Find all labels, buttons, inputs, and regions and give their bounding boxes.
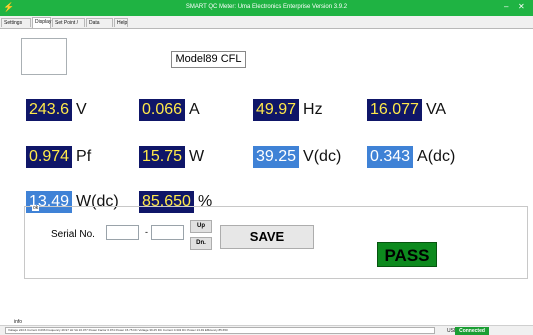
tab-settings[interactable]: Settings — [1, 18, 31, 27]
power-reading: 15.75 W — [139, 146, 204, 168]
reading-value: 16.077 — [367, 99, 422, 121]
reading-unit: A(dc) — [417, 148, 456, 165]
tab-help[interactable]: Help — [114, 18, 128, 27]
model-label: Model89 CFL — [171, 51, 246, 68]
ok-panel-label: ok — [32, 205, 40, 211]
reading-value: 243.6 — [26, 99, 73, 121]
reading-value: 39.25 — [253, 146, 300, 168]
reading-unit: VA — [425, 101, 447, 118]
result-status-badge: PASS — [377, 242, 437, 267]
tab-data-logger[interactable]: Data Logger — [86, 18, 113, 35]
power-factor-reading: 0.974 Pf — [26, 146, 91, 168]
va-reading: 16.077 VA — [367, 99, 446, 121]
reading-value: 49.97 — [253, 99, 300, 121]
current-reading: 0.066 A — [139, 99, 200, 121]
serial-separator: - — [145, 227, 148, 237]
frequency-reading: 49.97 Hz — [253, 99, 323, 121]
close-button[interactable]: ✕ — [518, 1, 525, 13]
serial-down-button[interactable]: Dn. — [190, 237, 212, 250]
reading-value: 0.343 — [367, 146, 414, 168]
reading-unit: V — [76, 101, 87, 118]
reading-unit: V(dc) — [303, 148, 342, 165]
status-text: Voltage 243.6 Current 0.066 Frequency 49… — [5, 327, 435, 334]
reading-unit: Hz — [303, 101, 323, 118]
usb-status-badge: Connected — [455, 327, 489, 335]
minimize-button[interactable]: – — [504, 1, 508, 13]
dc-voltage-reading: 39.25 V(dc) — [253, 146, 341, 168]
window-title: SMART QC Meter: Uma Electronics Enterpri… — [185, 4, 348, 10]
tab-strip: Settings Display Set Point / Alarm Data … — [0, 16, 533, 35]
reading-value: 0.066 — [139, 99, 186, 121]
save-button[interactable]: SAVE — [220, 225, 314, 249]
reading-unit: A — [189, 101, 200, 118]
title-bar: ⚡ SMART QC Meter: Uma Electronics Enterp… — [0, 0, 533, 16]
reading-unit: Pf — [76, 148, 92, 165]
serial-number-suffix-input[interactable] — [151, 225, 184, 240]
tab-set-point-alarm[interactable]: Set Point / Alarm — [52, 18, 85, 35]
serial-up-button[interactable]: Up — [190, 220, 212, 233]
status-bar: Voltage 243.6 Current 0.066 Frequency 49… — [0, 325, 533, 335]
serial-number-prefix-input[interactable] — [106, 225, 139, 240]
tab-display[interactable]: Display — [32, 17, 51, 28]
image-placeholder — [21, 38, 67, 75]
reading-value: 0.974 — [26, 146, 73, 168]
voltage-reading: 243.6 V — [26, 99, 87, 121]
reading-unit: W — [189, 148, 205, 165]
serial-number-label: Serial No. — [51, 229, 95, 240]
reading-value: 15.75 — [139, 146, 186, 168]
dc-current-reading: 0.343 A(dc) — [367, 146, 455, 168]
